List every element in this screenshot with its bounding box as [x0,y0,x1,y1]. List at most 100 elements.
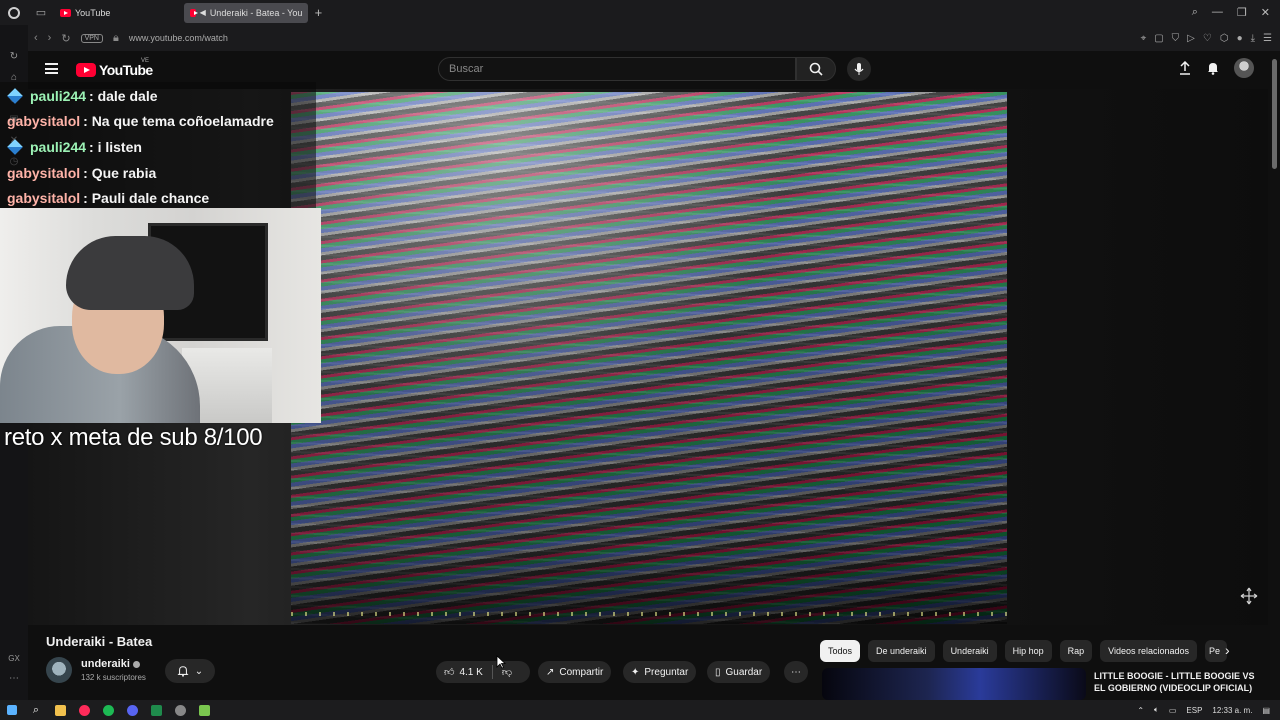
chip-hip-hop[interactable]: Hip hop [1004,640,1052,662]
opera-gx-taskbar-icon[interactable] [72,700,96,720]
pin-icon[interactable]: ⌖ [1141,33,1147,44]
chip-partial[interactable]: Pe [1205,640,1228,662]
search-input[interactable]: Buscar [438,57,796,81]
save-button[interactable]: ▯ Guardar [707,661,771,683]
scrollbar-thumb[interactable] [1272,59,1277,169]
channel-avatar[interactable] [46,657,72,683]
chat-username: pauli244 [30,138,87,155]
file-explorer-icon[interactable] [48,700,72,720]
save-label: Guardar [725,666,763,678]
back-icon[interactable]: ‹ [34,32,38,44]
profile-icon[interactable]: ● [1237,33,1243,44]
voice-search-button[interactable] [847,57,871,81]
more-actions-button[interactable]: ⋯ [784,661,808,683]
chip-underaiki[interactable]: Underaiki [942,640,997,662]
more-horizontal-icon: ⋯ [791,666,801,678]
browser-tab-bar: ▭ YouTube ◀ Underaiki - Batea - You + ⌕ … [0,0,1280,25]
move-crosshair-icon[interactable] [1240,587,1258,605]
search-button[interactable] [796,57,836,81]
search-tabs-icon[interactable]: ⌕ [1192,6,1198,19]
opera-gx-logo-icon[interactable] [0,0,28,25]
hamburger-menu-icon[interactable] [45,63,58,74]
language-indicator[interactable]: ESP [1186,706,1202,715]
discord-icon[interactable] [120,700,144,720]
divider [491,665,493,679]
heart-icon[interactable]: ♡ [1203,33,1212,44]
recommended-title[interactable]: LITTLE BOOGIE - LITTLE BOOGIE VS EL GOBI… [1094,670,1264,694]
notifications-bell-icon[interactable] [1206,61,1220,75]
subscriber-badge-icon [0,139,30,155]
recommended-thumbnail[interactable] [822,668,1086,700]
tab-underaiki-batea[interactable]: ◀ Underaiki - Batea - You [184,2,309,23]
close-icon[interactable]: ✕ [1261,6,1270,19]
search-icon[interactable]: ⌕ [24,700,48,720]
chat-username: gabysitalol [7,190,81,207]
chat-text: : Pauli dale chance [83,190,210,207]
history-icon[interactable]: ↻ [10,51,18,62]
chat-message: gabysitalol : Na que tema coñoelamadre [0,109,316,135]
new-tab-button[interactable]: + [308,5,328,20]
youtube-favicon-icon [190,8,199,17]
subscription-bell-button[interactable]: ⌄ [165,659,215,683]
page-scrollbar[interactable] [1270,51,1280,700]
chip-rap[interactable]: Rap [1059,640,1093,662]
video-progress-markers[interactable] [291,612,1007,616]
tab-manager-icon[interactable]: ▭ [28,0,54,25]
reload-icon[interactable]: ↻ [61,32,70,45]
header-actions [1178,58,1254,78]
minecraft-icon[interactable] [192,700,216,720]
menu-icon[interactable]: ☰ [1263,33,1272,44]
player-icon[interactable]: ▷ [1187,33,1195,44]
extensions-icon[interactable]: ⬡ [1220,33,1229,44]
notifications-icon[interactable]: ▤ [1262,706,1270,715]
more-icon[interactable]: ⋯ [9,673,19,684]
forward-icon[interactable]: › [48,32,52,44]
obs-icon[interactable] [168,700,192,720]
minimize-icon[interactable]: — [1212,6,1223,19]
search-icon [809,62,823,76]
chat-text: : i listen [89,138,142,155]
upload-icon[interactable] [1178,61,1192,75]
vpn-badge[interactable]: VPN [80,33,103,43]
chevron-right-icon[interactable]: › [1225,642,1230,658]
channel-name[interactable]: underaiki [81,658,140,670]
windows-start-icon[interactable] [0,700,24,720]
chevron-up-icon[interactable]: ⌃ [1137,706,1144,715]
clock[interactable]: 12:33 a. m. [1212,706,1252,715]
chip-de-underaiki[interactable]: De underaiki [868,640,935,662]
video-player[interactable] [291,92,1007,624]
volume-icon[interactable]: 🔈︎ [1154,705,1159,715]
chat-text: : Que rabia [83,164,157,181]
related-chips: Todos De underaiki Underaiki Hip hop Rap… [820,640,1228,662]
account-avatar[interactable] [1234,58,1254,78]
youtube-logo[interactable]: YouTube [76,62,153,78]
chat-message: gabysitalol : Que rabia [0,160,316,186]
country-code: VE [141,58,150,64]
video-title: Underaiki - Batea [46,634,153,649]
ask-label: Preguntar [644,666,689,678]
youtube-play-icon [76,63,96,77]
like-count: 4.1 K [459,666,483,678]
url-field[interactable]: www.youtube.com/watch [129,33,228,43]
ask-button[interactable]: ✦ Preguntar [623,661,697,683]
sparkle-icon: ✦ [631,666,640,678]
network-icon[interactable]: ▭ [1169,706,1177,715]
chat-message: pauli244 : dale dale [0,83,316,109]
chat-username: pauli244 [30,87,87,104]
chip-todos[interactable]: Todos [820,640,861,662]
speaker-icon[interactable]: ◀ [200,8,206,17]
gx-corner-label[interactable]: GX [8,654,20,663]
snapshot-icon[interactable]: ▢ [1154,33,1163,44]
spotify-icon[interactable] [96,700,120,720]
lock-icon: 🔒︎ [112,31,119,44]
share-button[interactable]: ↗ Compartir [538,661,612,683]
chip-videos-relacionados[interactable]: Videos relacionados [1100,640,1198,662]
like-button[interactable]: 👍︎ 4.1 K [444,666,483,679]
stream-goal-text: reto x meta de sub 8/100 [4,424,263,451]
stream-chat-overlay: pauli244 : dale dale gabysitalol : Na qu… [0,82,316,210]
shield-icon[interactable]: ⛉ [1172,33,1180,44]
restore-icon[interactable]: ❐ [1237,6,1247,19]
excel-icon[interactable] [144,700,168,720]
tab-youtube[interactable]: YouTube [54,3,116,23]
download-icon[interactable]: ⤓ [1251,33,1255,44]
